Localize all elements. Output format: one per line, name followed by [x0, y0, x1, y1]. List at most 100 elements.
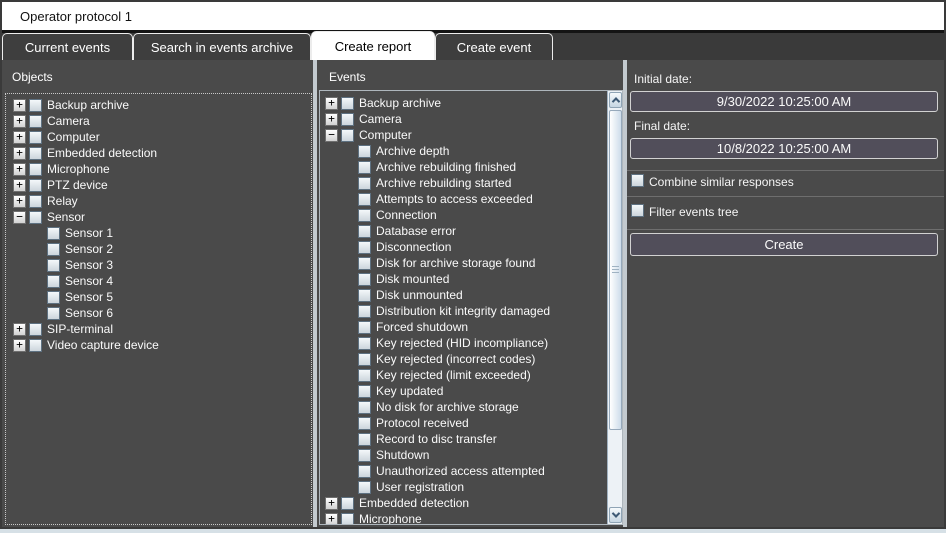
checkbox[interactable]	[358, 161, 371, 174]
scroll-thumb[interactable]	[609, 110, 622, 430]
checkbox[interactable]	[358, 465, 371, 478]
events-item-unauthorized-access-attempted[interactable]: Unauthorized access attempted	[320, 463, 622, 479]
final-date-field[interactable]: 10/8/2022 10:25:00 AM	[630, 138, 938, 159]
events-item-attempts-to-access-exceeded[interactable]: Attempts to access exceeded	[320, 191, 622, 207]
objects-item-sip-terminal[interactable]: +SIP-terminal	[6, 321, 311, 337]
objects-tree[interactable]: +Backup archive+Camera+Computer+Embedded…	[5, 93, 312, 525]
expand-icon[interactable]: +	[325, 97, 338, 110]
checkbox[interactable]	[29, 195, 42, 208]
objects-item-camera[interactable]: +Camera	[6, 113, 311, 129]
checkbox[interactable]	[47, 227, 60, 240]
expand-icon[interactable]: +	[13, 323, 26, 336]
objects-item-sensor[interactable]: −Sensor	[6, 209, 311, 225]
collapse-icon[interactable]: −	[13, 211, 26, 224]
checkbox[interactable]	[358, 305, 371, 318]
events-item-no-disk-for-archive-storage[interactable]: No disk for archive storage	[320, 399, 622, 415]
checkbox[interactable]	[358, 177, 371, 190]
checkbox[interactable]	[358, 401, 371, 414]
objects-item-ptz-device[interactable]: +PTZ device	[6, 177, 311, 193]
expand-icon[interactable]: +	[13, 179, 26, 192]
objects-item-sensor-1[interactable]: Sensor 1	[6, 225, 311, 241]
events-item-disk-for-archive-storage-found[interactable]: Disk for archive storage found	[320, 255, 622, 271]
events-item-embedded-detection[interactable]: +Embedded detection	[320, 495, 622, 511]
tab-current-events[interactable]: Current events	[2, 33, 133, 60]
checkbox[interactable]	[341, 97, 354, 110]
checkbox[interactable]	[358, 369, 371, 382]
checkbox[interactable]	[341, 513, 354, 526]
checkbox[interactable]	[358, 433, 371, 446]
events-item-key-updated[interactable]: Key updated	[320, 383, 622, 399]
events-item-user-registration[interactable]: User registration	[320, 479, 622, 495]
initial-date-field[interactable]: 9/30/2022 10:25:00 AM	[630, 91, 938, 112]
events-item-computer[interactable]: −Computer	[320, 127, 622, 143]
events-item-shutdown[interactable]: Shutdown	[320, 447, 622, 463]
expand-icon[interactable]: +	[13, 163, 26, 176]
checkbox[interactable]	[29, 179, 42, 192]
checkbox[interactable]	[29, 211, 42, 224]
checkbox[interactable]	[358, 289, 371, 302]
objects-item-video-capture-device[interactable]: +Video capture device	[6, 337, 311, 353]
expand-icon[interactable]: +	[325, 513, 338, 526]
checkbox[interactable]	[358, 145, 371, 158]
objects-item-sensor-4[interactable]: Sensor 4	[6, 273, 311, 289]
checkbox[interactable]	[29, 99, 42, 112]
objects-item-embedded-detection[interactable]: +Embedded detection	[6, 145, 311, 161]
checkbox[interactable]	[47, 259, 60, 272]
checkbox[interactable]	[341, 497, 354, 510]
checkbox[interactable]	[29, 339, 42, 352]
events-report-splitter[interactable]	[623, 60, 627, 527]
events-item-key-rejected-incorrect-codes-[interactable]: Key rejected (incorrect codes)	[320, 351, 622, 367]
checkbox[interactable]	[358, 225, 371, 238]
checkbox[interactable]	[358, 193, 371, 206]
checkbox[interactable]	[29, 115, 42, 128]
scroll-up-button[interactable]	[609, 92, 622, 108]
objects-item-sensor-6[interactable]: Sensor 6	[6, 305, 311, 321]
checkbox[interactable]	[358, 449, 371, 462]
tab-create-event[interactable]: Create event	[435, 33, 553, 60]
tab-create-report[interactable]: Create report	[311, 31, 435, 60]
events-item-protocol-received[interactable]: Protocol received	[320, 415, 622, 431]
checkbox[interactable]	[29, 163, 42, 176]
checkbox[interactable]	[358, 417, 371, 430]
checkbox[interactable]	[341, 129, 354, 142]
events-item-archive-depth[interactable]: Archive depth	[320, 143, 622, 159]
events-item-database-error[interactable]: Database error	[320, 223, 622, 239]
checkbox[interactable]	[29, 323, 42, 336]
events-item-distribution-kit-integrity-damaged[interactable]: Distribution kit integrity damaged	[320, 303, 622, 319]
events-item-disk-unmounted[interactable]: Disk unmounted	[320, 287, 622, 303]
create-button[interactable]: Create	[630, 233, 938, 256]
expand-icon[interactable]: +	[13, 147, 26, 160]
checkbox[interactable]	[358, 385, 371, 398]
objects-item-computer[interactable]: +Computer	[6, 129, 311, 145]
checkbox[interactable]	[29, 147, 42, 160]
objects-item-relay[interactable]: +Relay	[6, 193, 311, 209]
events-item-key-rejected-hid-incompliance-[interactable]: Key rejected (HID incompliance)	[320, 335, 622, 351]
checkbox[interactable]	[47, 275, 60, 288]
expand-icon[interactable]: +	[13, 131, 26, 144]
events-tree[interactable]: +Backup archive+Camera−ComputerArchive d…	[319, 90, 623, 525]
events-item-archive-rebuilding-started[interactable]: Archive rebuilding started	[320, 175, 622, 191]
objects-item-sensor-5[interactable]: Sensor 5	[6, 289, 311, 305]
events-item-microphone[interactable]: +Microphone	[320, 511, 622, 525]
events-item-backup-archive[interactable]: +Backup archive	[320, 95, 622, 111]
checkbox[interactable]	[358, 337, 371, 350]
events-item-camera[interactable]: +Camera	[320, 111, 622, 127]
events-item-disk-mounted[interactable]: Disk mounted	[320, 271, 622, 287]
expand-icon[interactable]: +	[325, 497, 338, 510]
objects-events-splitter[interactable]	[313, 60, 317, 527]
expand-icon[interactable]: +	[13, 339, 26, 352]
objects-item-sensor-3[interactable]: Sensor 3	[6, 257, 311, 273]
checkbox[interactable]	[47, 291, 60, 304]
objects-item-microphone[interactable]: +Microphone	[6, 161, 311, 177]
events-item-disconnection[interactable]: Disconnection	[320, 239, 622, 255]
checkbox[interactable]	[358, 241, 371, 254]
filter-events-tree-checkbox[interactable]	[631, 204, 644, 217]
checkbox[interactable]	[358, 321, 371, 334]
objects-item-backup-archive[interactable]: +Backup archive	[6, 97, 311, 113]
events-item-connection[interactable]: Connection	[320, 207, 622, 223]
expand-icon[interactable]: +	[13, 115, 26, 128]
checkbox[interactable]	[47, 243, 60, 256]
combine-similar-responses-checkbox[interactable]	[631, 174, 644, 187]
checkbox[interactable]	[341, 113, 354, 126]
events-item-archive-rebuilding-finished[interactable]: Archive rebuilding finished	[320, 159, 622, 175]
